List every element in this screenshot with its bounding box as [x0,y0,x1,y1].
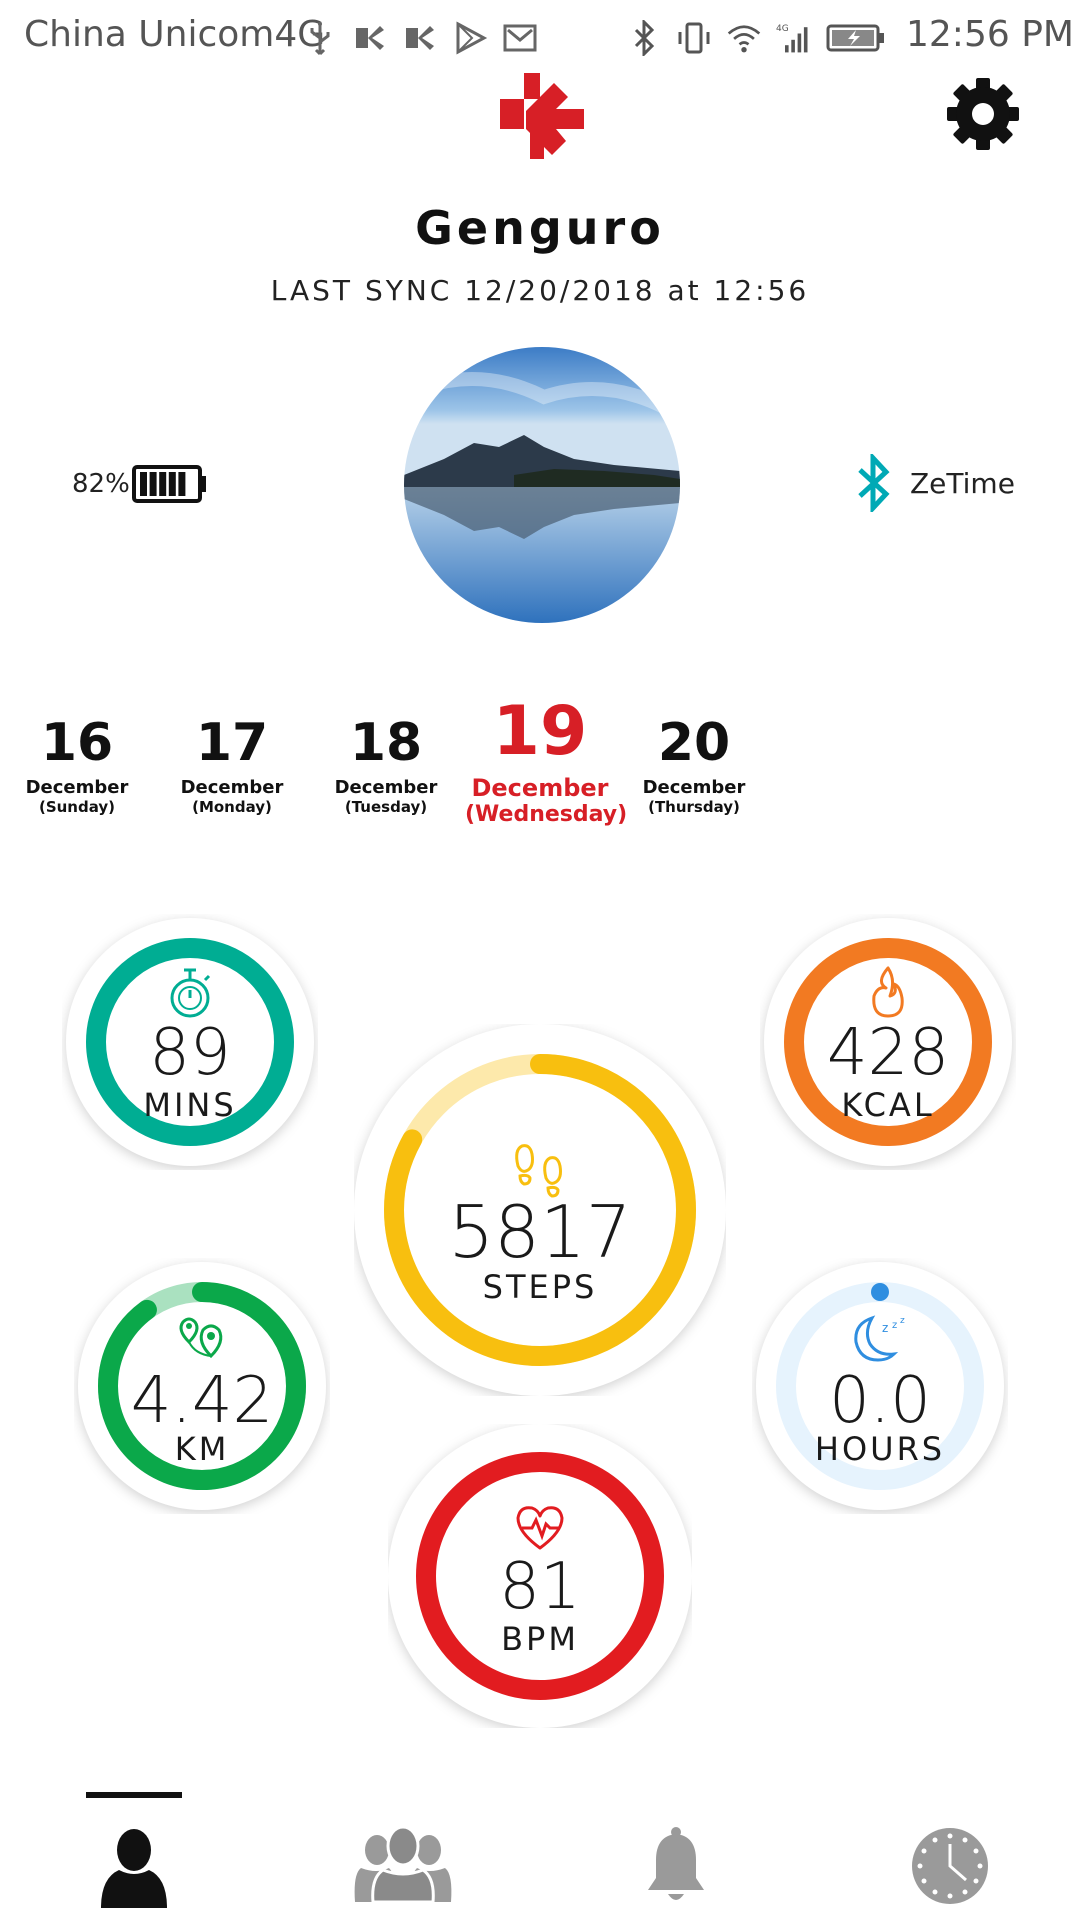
lake-mountain-image [404,347,680,623]
distance-value: 4.42 [130,1364,274,1438]
nav-active-indicator [86,1792,182,1798]
play-store-icon [452,20,488,56]
heart-rate-unit: BPM [501,1620,579,1658]
svg-text:4G: 4G [776,24,789,34]
wifi-icon [726,20,762,56]
activity-value: 89 [149,1016,231,1090]
calories-unit: KCAL [841,1086,935,1124]
app-notification-icon-2 [402,20,438,56]
calories-value: 428 [826,1016,950,1090]
ring-progress-start-dot [871,1283,889,1301]
app-notification-icon [352,20,388,56]
user-name: Genguro [415,201,665,255]
mail-icon [502,20,538,56]
notifications-icon [648,1827,704,1900]
system-icons: 4G [626,16,886,60]
battery-charging-icon [826,20,886,56]
gear-icon [947,78,1019,150]
steps-value: 5817 [448,1190,632,1274]
carrier-name: China Unicom4G [24,14,326,55]
battery-icon [131,465,206,503]
svg-text:z: z [892,1320,897,1331]
date-weekday: (Tuesday) [344,798,428,816]
nav-profile-tab[interactable] [84,1826,184,1916]
date-number: 20 [657,713,731,773]
device-name: ZeTime [910,466,1015,500]
usb-icon [302,20,338,56]
watch-icon [912,1828,988,1904]
heart-rate-card[interactable]: 81 BPM [388,1424,692,1728]
date-number: 16 [40,713,114,773]
clock: 12:56 PM [906,14,1074,55]
sleep-value: 0.0 [829,1364,931,1438]
date-item-selected[interactable]: 19 December (Wednesday) [465,692,628,828]
watch-face-avatar[interactable] [404,347,680,623]
date-weekday: (Sunday) [38,798,116,816]
nav-watch-tab[interactable] [900,1826,1000,1916]
stopwatch-icon [170,968,211,1018]
battery-bar [149,472,157,496]
device-battery: 82% [72,464,208,504]
moon-zzz-icon: z z z [854,1315,905,1362]
battery-percent: 82% [72,469,130,499]
date-number: 17 [195,713,269,773]
date-item[interactable]: 20 December (Thursday) [619,716,769,816]
date-item[interactable]: 17 December (Monday) [157,716,307,816]
last-sync-text: LAST SYNC 12/20/2018 at 12:56 [270,274,810,307]
activity-unit: MINS [143,1086,237,1124]
date-month: December [642,777,746,798]
heartbeat-icon [516,1506,564,1550]
battery-bar [178,472,186,496]
date-month: December [25,777,129,798]
date-month: December [180,777,284,798]
date-number: 18 [349,713,423,773]
nav-friends-tab[interactable] [353,1826,453,1916]
date-month: December [334,777,438,798]
notification-icons [302,16,538,60]
date-month: December [471,774,609,802]
paired-device[interactable]: ZeTime [856,454,1015,512]
heart-rate-value: 81 [499,1550,581,1624]
profile-icon [101,1829,167,1908]
kronaby-logo [500,73,584,159]
distance-card[interactable]: 4.42 KM [74,1258,330,1514]
sleep-card[interactable]: z z z 0.0 HOURS [752,1258,1008,1514]
bluetooth-status-icon [626,20,662,56]
svg-text:z: z [900,1316,905,1326]
battery-bar [158,472,166,496]
vibrate-icon [676,20,712,56]
location-pins-icon [179,1317,223,1359]
distance-unit: KM [174,1430,230,1468]
date-number: 19 [492,692,588,771]
settings-button[interactable] [946,77,1020,151]
sleep-unit: HOURS [814,1430,946,1468]
svg-text:z: z [882,1321,888,1335]
date-weekday: (Thursday) [648,798,740,816]
date-item[interactable]: 16 December (Sunday) [2,716,152,816]
battery-bar [139,472,147,496]
date-item[interactable]: 18 December (Tuesday) [311,716,461,816]
status-bar: China Unicom4G 4G 12:56 PM [0,0,1080,74]
activity-minutes-card[interactable]: 89 MINS [62,914,318,1170]
bluetooth-icon [858,454,890,512]
nav-notifications-tab[interactable] [626,1826,726,1916]
friends-icon [354,1826,452,1902]
signal-icon: 4G [776,20,812,56]
steps-card[interactable]: 5817 STEPS [354,1024,726,1396]
date-weekday: (Monday) [192,798,272,816]
date-weekday: (Wednesday) [465,802,628,827]
battery-bar [168,472,176,496]
steps-unit: STEPS [482,1268,598,1306]
flame-icon [872,966,904,1018]
calories-card[interactable]: 428 KCAL [760,914,1016,1170]
